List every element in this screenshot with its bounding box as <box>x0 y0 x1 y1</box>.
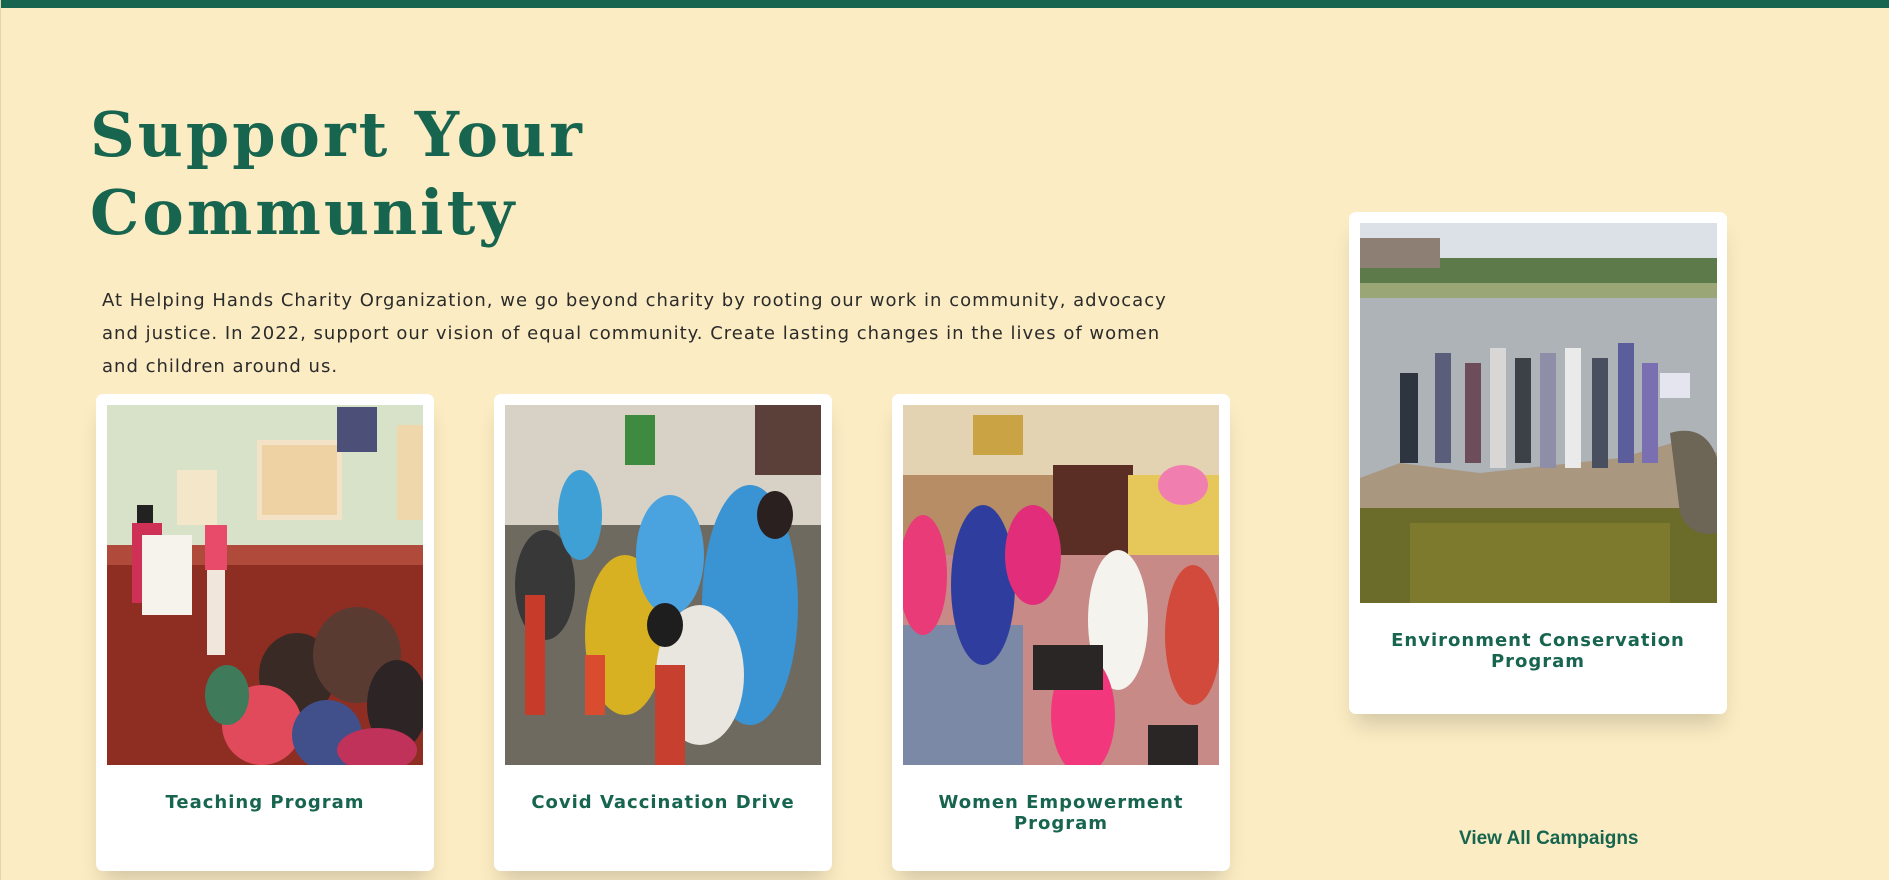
campaign-photo-women <box>903 405 1219 765</box>
view-all-campaigns-link[interactable]: View All Campaigns <box>1459 828 1639 850</box>
left-edge-line <box>0 0 1 880</box>
campaign-photo-covid <box>505 405 821 765</box>
campaign-card-environment[interactable]: Environment Conservation Program <box>1349 212 1727 714</box>
campaign-title-women[interactable]: Women Empowerment Program <box>892 792 1230 834</box>
campaign-card-covid[interactable]: Covid Vaccination Drive <box>494 394 832 871</box>
top-accent-bar <box>0 0 1889 8</box>
section-heading: Support Your Community <box>90 96 610 252</box>
campaign-card-teaching[interactable]: Teaching Program <box>96 394 434 871</box>
campaign-card-women[interactable]: Women Empowerment Program <box>892 394 1230 871</box>
intro-paragraph: At Helping Hands Charity Organization, w… <box>102 290 1167 377</box>
campaign-title-covid[interactable]: Covid Vaccination Drive <box>494 792 832 813</box>
campaign-title-environment[interactable]: Environment Conservation Program <box>1349 630 1727 672</box>
campaign-title-teaching[interactable]: Teaching Program <box>96 792 434 813</box>
section-heading-line1: Support Your <box>90 98 585 171</box>
campaign-photo-environment <box>1360 223 1717 603</box>
section-heading-line2: Community <box>90 176 518 249</box>
campaign-photo-teaching <box>107 405 423 765</box>
